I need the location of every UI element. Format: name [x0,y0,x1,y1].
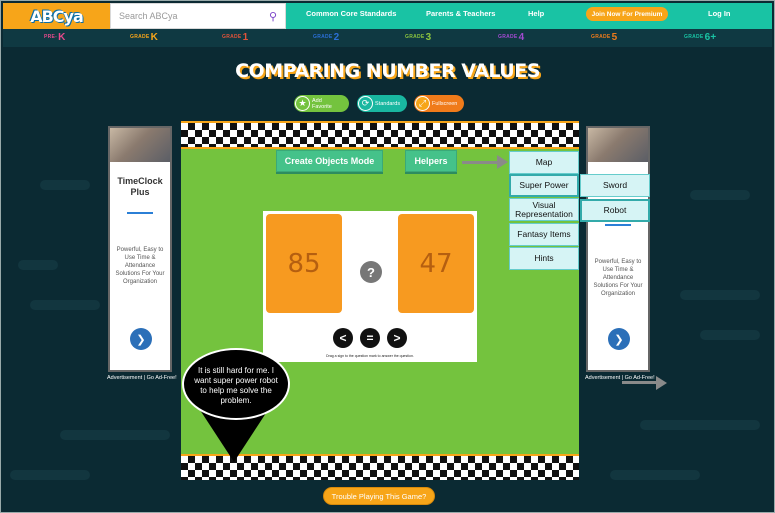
helpers-button[interactable]: Helpers [405,150,457,172]
grade-link-3[interactable]: GRADE3 [405,32,431,43]
helpers-arrow [462,161,500,164]
bg-decoration [30,300,100,310]
bg-decoration [10,470,90,480]
search-placeholder: Search ABCya [119,11,178,21]
grade-prefix: PRE- [44,34,58,40]
ad-brand-logo [127,212,153,224]
ad-headline: TimeClock Plus [117,176,163,197]
trouble-playing-button[interactable]: Trouble Playing This Game? [323,487,435,505]
grade-number: 3 [425,32,432,43]
login-link[interactable]: Log In [708,9,731,18]
bg-decoration [680,290,760,300]
grade-prefix: GRADE [405,34,425,40]
logo-link[interactable]: ABCya [3,3,110,29]
bg-decoration [60,430,170,440]
grade-link-6plus[interactable]: GRADE6+ [684,32,717,43]
menu-item-hints[interactable]: Hints [509,247,579,270]
grade-link-k-pre[interactable]: PRE-K [44,32,66,43]
grade-number: 5 [611,32,618,43]
logo: ABCya [30,6,84,26]
instruction-text: Drag a sign to the question mark to answ… [326,354,414,358]
grade-link-1[interactable]: GRADE1 [222,32,248,43]
menu-item-visual-representation[interactable]: Visual Representation [509,198,579,221]
create-objects-mode-button[interactable]: Create Objects Mode [276,150,383,172]
grade-link-k[interactable]: GRADEK [130,32,158,43]
grade-link-4[interactable]: GRADE4 [498,32,524,43]
grade-prefix: GRADE [222,34,242,40]
bg-decoration [18,260,58,270]
grade-number: 6+ [704,32,717,43]
grade-number: K [150,32,159,43]
submenu-item-sword[interactable]: Sword [580,174,650,197]
grade-number: 4 [518,32,525,43]
grade-prefix: GRADE [684,34,704,40]
checkered-border-top [181,121,579,149]
bg-decoration [690,190,750,200]
grade-prefix: GRADE [130,34,150,40]
grade-link-5[interactable]: GRADE5 [591,32,617,43]
grade-number: K [58,32,66,43]
bg-decoration [610,470,700,480]
helpers-arrow-head [497,155,508,169]
grade-link-2[interactable]: GRADE2 [313,32,339,43]
add-favorite-button[interactable]: ★ Add Favorite [294,95,349,112]
grade-prefix: GRADE [313,34,333,40]
ad-note-left[interactable]: Advertisement | Go Ad-Free! [107,375,177,381]
menu-item-super-power[interactable]: Super Power [509,174,579,197]
right-advertisement[interactable]: Powerful, Easy to Use Time & Attendance … [586,126,650,372]
question-mark-target[interactable]: ? [360,261,382,283]
fullscreen-icon: ⤢ [415,96,430,111]
grade-number: 1 [242,32,249,43]
nav-parents-teachers[interactable]: Parents & Teachers [426,9,495,18]
submenu-item-robot[interactable]: Robot [580,199,650,222]
fullscreen-label: Fullscreen [432,100,458,107]
bg-decoration [640,420,760,430]
grade-number: 2 [333,32,340,43]
equal-sign[interactable]: = [360,328,380,348]
right-number-card: 47 [398,214,474,313]
fullscreen-button[interactable]: ⤢ Fullscreen [414,95,464,112]
menu-item-fantasy-items[interactable]: Fantasy Items [509,223,579,246]
ad-arrow-button[interactable]: ❯ [130,328,152,350]
menu-item-map[interactable]: Map [509,151,579,174]
ad-arrow-button[interactable]: ❯ [608,328,630,350]
nav-help[interactable]: Help [528,9,544,18]
search-icon[interactable]: ⚲ [269,10,277,23]
join-premium-button[interactable]: Join Now For Premium [586,7,668,21]
ad-body: Powerful, Easy to Use Time & Attendance … [115,247,165,285]
left-number-card: 85 [266,214,342,313]
less-than-sign[interactable]: < [333,328,353,348]
page-title: COMPARING NUMBER VALUES [235,60,540,82]
ad-brand-logo [605,224,631,236]
bg-decoration [700,330,760,340]
standards-button[interactable]: ⟳ Standards [357,95,407,112]
grade-prefix: GRADE [498,34,518,40]
grade-bar [3,29,772,47]
ad-body: Powerful, Easy to Use Time & Attendance … [593,259,643,297]
pointer-arrow-head [656,376,667,390]
ad-image [588,128,648,162]
star-icon: ★ [295,96,310,111]
comparison-panel: 85 ? 47 < = > Drag a sign to the questio… [263,211,477,362]
bg-decoration [40,180,90,190]
standards-icon: ⟳ [358,96,373,111]
ad-image [110,128,170,162]
left-advertisement[interactable]: TimeClock Plus Powerful, Easy to Use Tim… [108,126,172,372]
add-favorite-label: Add Favorite [312,97,332,110]
grade-prefix: GRADE [591,34,611,40]
search-input[interactable]: Search ABCya ⚲ [110,3,286,29]
greater-than-sign[interactable]: > [387,328,407,348]
speech-bubble: It is still hard for me. I want super po… [182,348,290,420]
nav-common-core[interactable]: Common Core Standards [306,9,396,18]
standards-label: Standards [375,100,401,107]
